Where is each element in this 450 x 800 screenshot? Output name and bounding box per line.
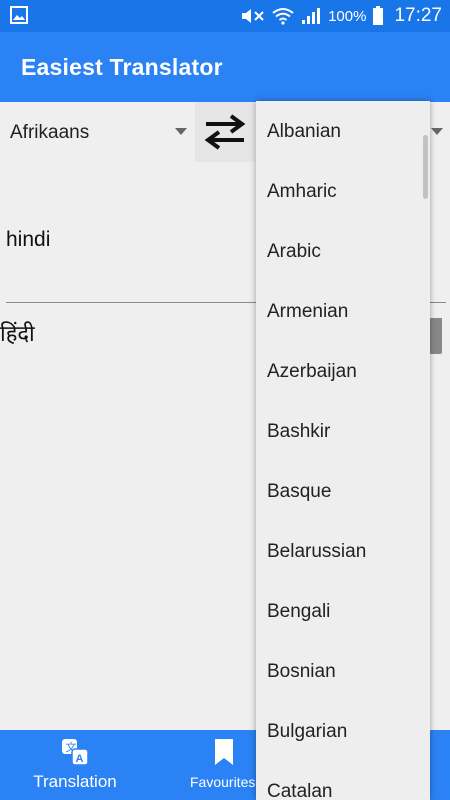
language-option[interactable]: Bulgarian [256, 701, 430, 761]
input-text[interactable]: hindi [6, 228, 50, 252]
language-option[interactable]: Albanian [256, 101, 430, 161]
nav-favourites-label: Favourites [190, 774, 256, 790]
language-option-label: Amharic [267, 181, 337, 202]
language-option[interactable]: Basque [256, 461, 430, 521]
language-option-label: Bengali [267, 601, 331, 622]
translate-icon: 文 A [62, 739, 89, 766]
target-dropdown-arrow-icon[interactable] [431, 128, 443, 135]
status-bar: 100% 17:27 [0, 0, 450, 32]
language-option[interactable]: Azerbaijan [256, 341, 430, 401]
language-option-label: Basque [267, 481, 332, 502]
dropdown-scrollbar[interactable] [423, 135, 428, 199]
language-option-label: Bosnian [267, 661, 336, 682]
language-option-label: Azerbaijan [267, 361, 357, 382]
app-bar: Easiest Translator [0, 32, 450, 102]
language-option-label: Bulgarian [267, 721, 348, 742]
source-language-spinner[interactable]: Afrikaans [0, 102, 195, 162]
language-option[interactable]: Arabic [256, 221, 430, 281]
output-scroll-handle[interactable] [430, 318, 442, 354]
svg-text:A: A [76, 753, 84, 765]
battery-icon [373, 6, 384, 25]
language-option-label: Arabic [267, 241, 321, 262]
language-option[interactable]: Armenian [256, 281, 430, 341]
nav-translation[interactable]: 文 A Translation [0, 730, 150, 800]
language-option-label: Albanian [267, 121, 341, 142]
language-option[interactable]: Bashkir [256, 401, 430, 461]
language-option-label: Catalan [267, 781, 333, 800]
dropdown-arrow-icon [175, 128, 187, 135]
language-option-label: Bashkir [267, 421, 331, 442]
language-option-label: Belarussian [267, 541, 367, 562]
gallery-notification-icon [10, 6, 28, 24]
output-text: हिंदी [0, 322, 35, 347]
language-option[interactable]: Amharic [256, 161, 430, 221]
language-option-label: Armenian [267, 301, 349, 322]
swap-languages-button[interactable] [195, 102, 255, 162]
signal-icon [302, 8, 321, 24]
language-option[interactable]: Catalan [256, 761, 430, 800]
source-language-label: Afrikaans [10, 122, 90, 143]
nav-translation-label: Translation [33, 772, 117, 791]
swap-icon [204, 114, 246, 150]
bookmark-icon [215, 739, 233, 765]
language-option[interactable]: Bengali [256, 581, 430, 641]
wifi-icon [272, 8, 294, 25]
language-dropdown-list[interactable]: Albanian Amharic Arabic Armenian Azerbaijan B… [256, 101, 430, 800]
clock: 17:27 [394, 5, 442, 26]
app-title: Easiest Translator [21, 54, 223, 80]
battery-percent: 100% [328, 7, 367, 25]
language-option[interactable]: Bosnian [256, 641, 430, 701]
mute-icon [242, 9, 264, 23]
language-option[interactable]: Belarussian [256, 521, 430, 581]
